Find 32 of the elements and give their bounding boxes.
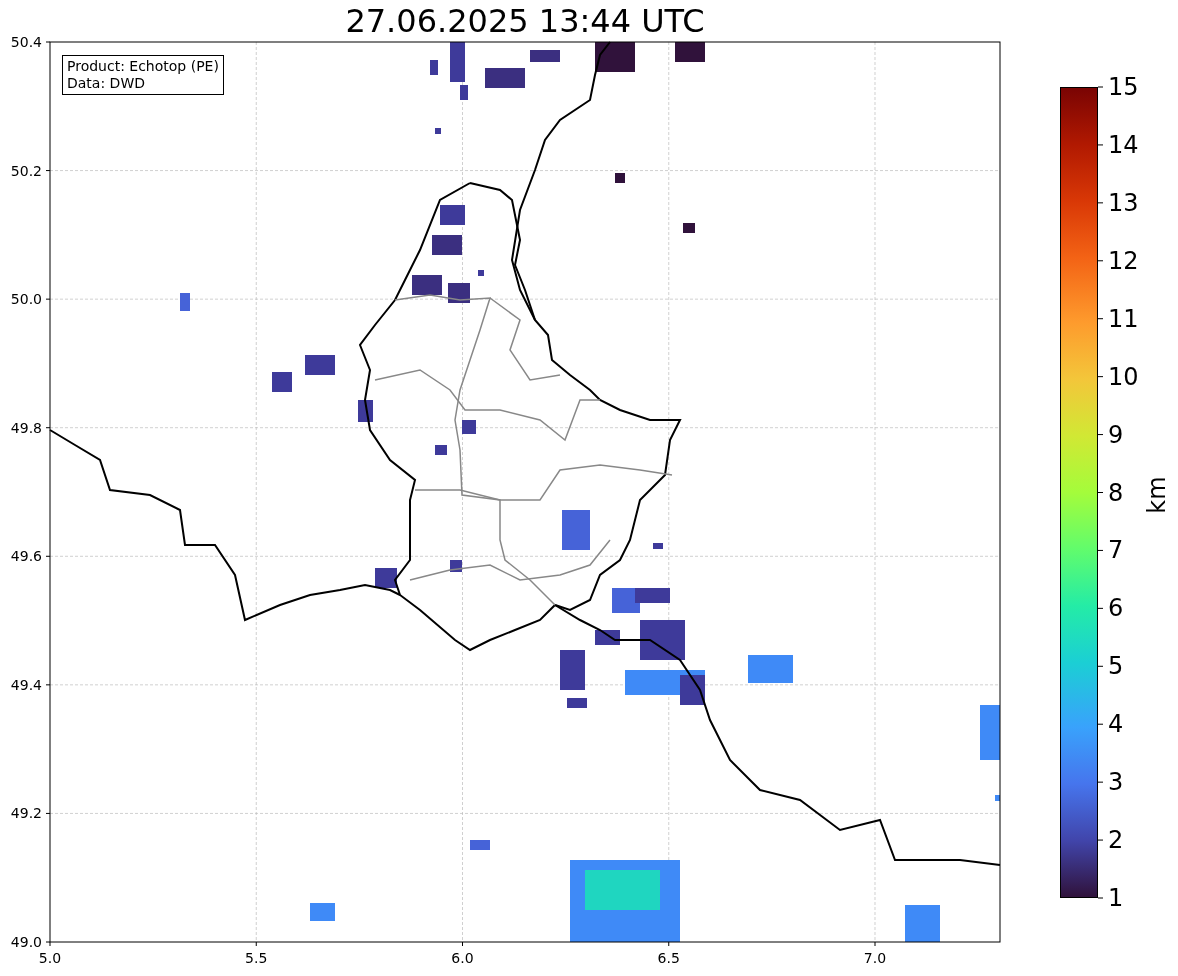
colorbar-tick-label: 8 xyxy=(1108,478,1124,507)
axis-tick-label: 5.0 xyxy=(38,950,62,966)
axis-tick-label: 49.0 xyxy=(10,934,42,950)
axis-tick-label: 49.2 xyxy=(10,805,42,822)
colorbar-tick-label: 11 xyxy=(1108,304,1139,333)
chart-title: 27.06.2025 13:44 UTC xyxy=(344,2,706,40)
axis-tick-label: 5.5 xyxy=(245,950,268,966)
axis-tick-label: 50.2 xyxy=(10,162,42,179)
colorbar-label: km xyxy=(1143,476,1171,514)
axis-tick-label: 50.4 xyxy=(10,34,42,50)
colorbar-tick-label: 12 xyxy=(1108,246,1139,275)
axis-tick-label: 6.5 xyxy=(657,950,680,966)
axis-tick-label: 49.8 xyxy=(10,419,42,436)
info-text: Product: Echotop (PE) xyxy=(67,58,219,75)
axis-tick-label: 6.0 xyxy=(451,950,474,966)
colorbar-tick-label: 9 xyxy=(1108,420,1124,449)
axis-tick-label: 7.0 xyxy=(863,950,887,966)
colorbar-tick-label: 3 xyxy=(1108,768,1124,797)
colorbar-tick-label: 1 xyxy=(1108,884,1124,912)
colorbar-tick-label: 10 xyxy=(1108,362,1139,391)
colorbar-tick-label: 5 xyxy=(1108,652,1124,681)
colorbar-tick-label: 6 xyxy=(1108,594,1124,623)
colorbar-tick-label: 14 xyxy=(1108,130,1139,159)
colorbar-tick-label: 13 xyxy=(1108,188,1139,217)
colorbar-tick-label: 15 xyxy=(1108,73,1139,101)
colorbar-tick-label: 2 xyxy=(1108,826,1124,855)
colorbar-tick-label: 4 xyxy=(1108,710,1124,739)
info-text: Data: DWD xyxy=(67,75,146,92)
colorbar-tick-label: 7 xyxy=(1108,536,1124,565)
axis-tick-label: 50.0 xyxy=(10,291,42,308)
axis-tick-label: 49.6 xyxy=(10,548,42,565)
axis-tick-label: 49.4 xyxy=(10,676,42,693)
